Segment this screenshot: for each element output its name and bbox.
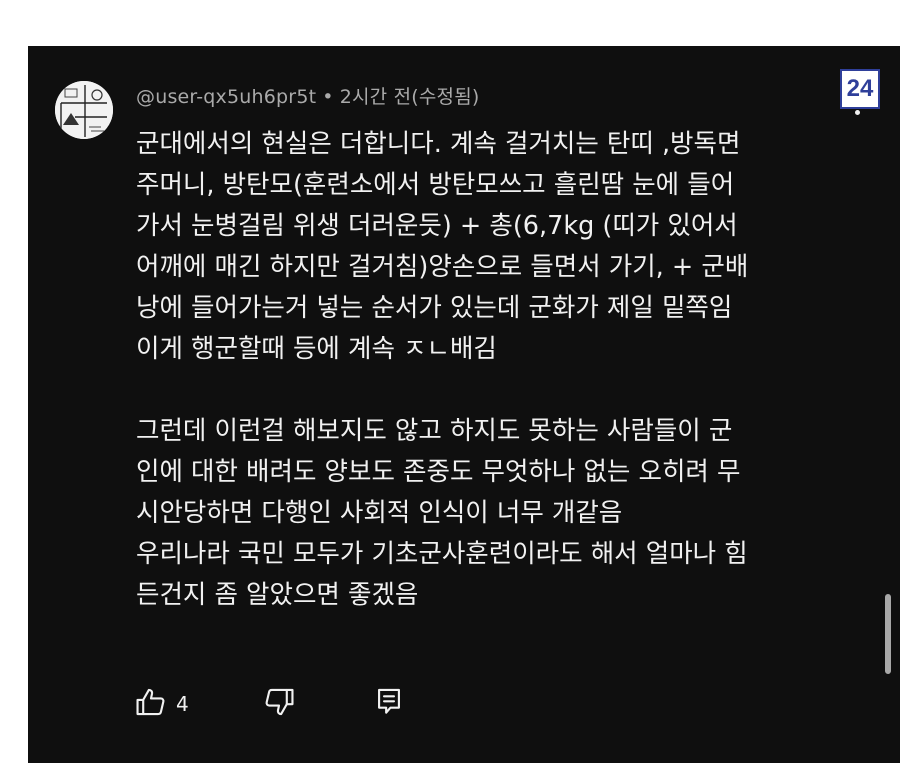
reply-comment-icon bbox=[372, 685, 406, 723]
comment-timestamp[interactable]: 2시간 전(수정됨) bbox=[340, 86, 480, 108]
like-button[interactable]: 4 bbox=[134, 686, 189, 722]
more-vert-icon bbox=[855, 110, 860, 115]
thumbs-down-icon bbox=[262, 685, 296, 723]
author-name[interactable]: @user-qx5uh6pr5t bbox=[136, 86, 316, 108]
comment-panel: @user-qx5uh6pr5t • 2시간 전(수정됨) 24 군대에서의 현실은… bbox=[28, 46, 900, 763]
reply-button[interactable] bbox=[372, 686, 406, 722]
like-count: 4 bbox=[176, 692, 189, 716]
number-badge: 24 bbox=[840, 69, 880, 109]
comment-text: 군대에서의 현실은 더합니다. 계속 걸거치는 탄띠 ,방독면 주머니, 방탄모… bbox=[136, 129, 749, 610]
avatar[interactable] bbox=[55, 81, 113, 139]
scrollbar-thumb[interactable] bbox=[885, 594, 891, 674]
thumbs-up-icon bbox=[134, 685, 168, 723]
more-options-button[interactable] bbox=[843, 108, 873, 124]
separator-dot: • bbox=[322, 86, 334, 108]
comment-header: @user-qx5uh6pr5t • 2시간 전(수정됨) bbox=[136, 82, 480, 109]
dislike-button[interactable] bbox=[262, 686, 296, 722]
